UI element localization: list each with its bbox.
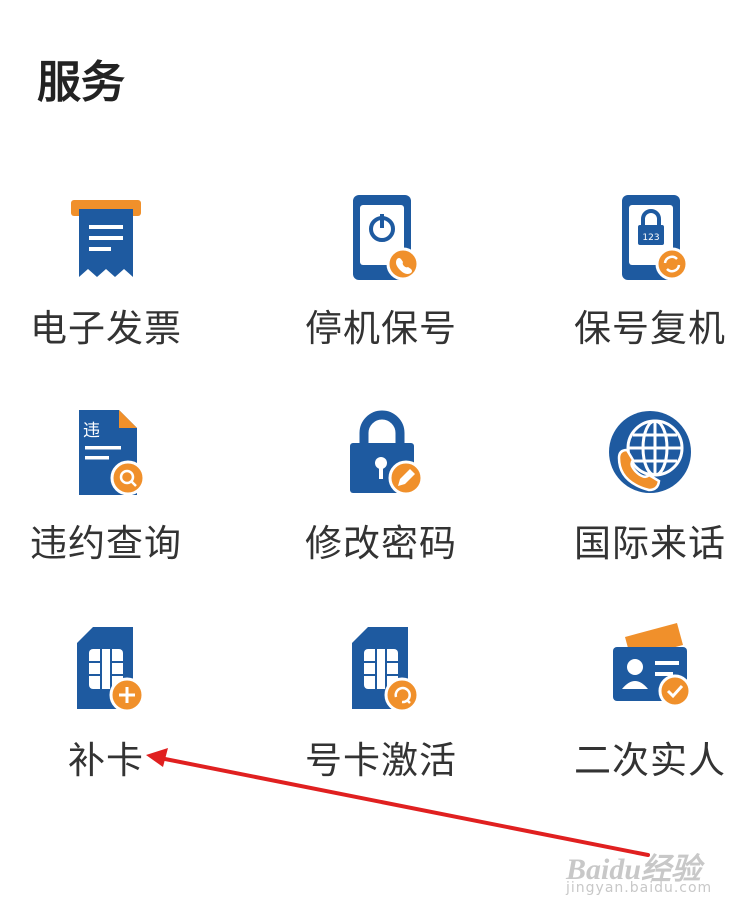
service-label: 停机保号: [305, 307, 457, 350]
svg-text:违: 违: [83, 421, 100, 441]
service-activate-card[interactable]: 号卡激活: [281, 617, 481, 797]
service-replace-card[interactable]: 补卡: [6, 617, 206, 797]
violation-document-search-icon: 违: [61, 400, 151, 500]
service-secondary-identity[interactable]: 二次实人: [550, 617, 741, 797]
service-label: 修改密码: [305, 522, 457, 565]
id-card-verify-icon: [605, 617, 695, 717]
service-change-password[interactable]: 修改密码: [281, 400, 481, 580]
service-e-invoice[interactable]: 电子发票: [6, 185, 206, 365]
service-label: 补卡: [68, 739, 144, 782]
e-invoice-icon: [61, 185, 151, 285]
service-label: 保号复机: [574, 307, 726, 350]
phone-lock-restore-icon: 123: [605, 185, 695, 285]
service-restore-number[interactable]: 123 保号复机: [550, 185, 741, 365]
service-suspend-keep-number[interactable]: 停机保号: [281, 185, 481, 365]
service-international-call[interactable]: 国际来话: [550, 400, 741, 580]
service-label: 违约查询: [30, 522, 182, 565]
service-label: 电子发票: [30, 307, 182, 350]
service-label: 二次实人: [574, 739, 726, 782]
service-label: 号卡激活: [305, 739, 457, 782]
lock-edit-icon: [336, 400, 426, 500]
service-label: 国际来话: [574, 522, 726, 565]
phone-power-icon: [336, 185, 426, 285]
service-violation-query[interactable]: 违 违约查询: [6, 400, 206, 580]
globe-phone-icon: [605, 400, 695, 500]
sim-add-icon: [61, 617, 151, 717]
watermark-url: jingyan.baidu.com: [566, 880, 713, 896]
sim-activate-icon: [336, 617, 426, 717]
svg-text:123: 123: [642, 233, 659, 243]
page-title: 服务: [37, 57, 125, 108]
